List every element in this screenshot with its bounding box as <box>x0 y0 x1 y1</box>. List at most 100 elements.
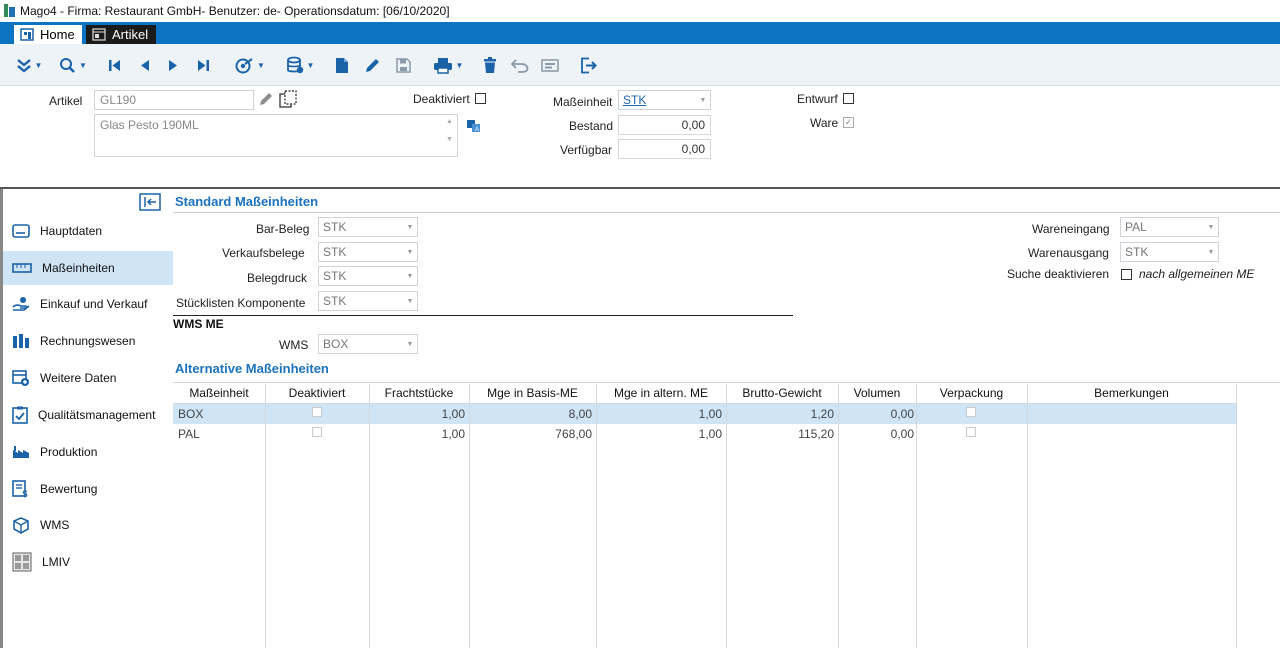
verkaufsbelege-value: STK <box>323 245 347 259</box>
cell-masseinheit[interactable]: BOX <box>178 407 203 421</box>
new-document-button[interactable] <box>332 52 352 78</box>
verkaufsbelege-select[interactable]: STK ▼ <box>318 242 418 262</box>
row-verpackung-checkbox[interactable] <box>966 427 976 437</box>
wareneingang-value: PAL <box>1125 220 1147 234</box>
column-separator <box>369 384 370 648</box>
cubes-icon <box>13 516 29 534</box>
display-button[interactable] <box>540 52 560 78</box>
cell-frachtstuecke[interactable]: 1,00 <box>369 427 465 441</box>
next-record-button[interactable] <box>163 52 183 78</box>
cell-brutto-gewicht[interactable]: 1,20 <box>726 407 834 421</box>
clipboard-check-icon <box>12 406 28 424</box>
masseinheit-value[interactable]: STK <box>623 93 646 107</box>
stueckliste-select[interactable]: STK ▼ <box>318 291 418 311</box>
sidebar-item-wms[interactable]: WMS <box>3 508 173 542</box>
sidebar-item-rechnungswesen[interactable]: Rechnungswesen <box>3 324 173 358</box>
search-icon <box>60 57 75 73</box>
undo-button[interactable] <box>510 52 530 78</box>
save-button[interactable] <box>393 52 413 78</box>
cell-mge-basis[interactable]: 768,00 <box>469 427 592 441</box>
cell-brutto-gewicht[interactable]: 115,20 <box>726 427 834 441</box>
sidebar-item-label: Qualitätsmanagement <box>38 408 156 422</box>
wms-select[interactable]: BOX ▼ <box>318 334 418 354</box>
ware-checkbox[interactable]: ✓ <box>843 117 854 128</box>
sidebar-item-lmiv[interactable]: LMIV <box>3 545 173 579</box>
printer-icon <box>433 57 452 74</box>
column-header[interactable]: Mge in altern. ME <box>596 382 726 404</box>
column-header[interactable]: Maßeinheit <box>173 382 265 404</box>
radar-button[interactable]: ▼ <box>230 52 270 78</box>
masseinheit-select[interactable]: STK ▼ <box>618 90 711 110</box>
monitor-icon <box>541 58 559 72</box>
cell-mge-altern[interactable]: 1,00 <box>596 427 722 441</box>
translate-icon[interactable]: A <box>466 119 481 133</box>
artikel-field[interactable]: GL190 <box>94 90 254 110</box>
sidebar-item-bewertung[interactable]: $ Bewertung <box>3 472 173 506</box>
last-record-button[interactable] <box>193 52 213 78</box>
warenausgang-select[interactable]: STK ▼ <box>1120 242 1219 262</box>
suche-deaktivieren-checkbox[interactable] <box>1121 269 1132 280</box>
sidebar-item-label: Maßeinheiten <box>42 261 115 275</box>
collapse-sidebar-icon[interactable] <box>139 193 161 211</box>
scroll-down-icon[interactable]: ▼ <box>446 136 453 143</box>
cell-volumen[interactable]: 0,00 <box>838 427 914 441</box>
card-icon <box>12 224 30 238</box>
pencil-icon[interactable] <box>258 91 274 107</box>
sidebar-item-qualitaetsmanagement[interactable]: Qualitätsmanagement <box>3 398 173 432</box>
factory-icon <box>13 446 29 458</box>
skip-first-icon <box>108 59 120 71</box>
row-deaktiviert-checkbox[interactable] <box>312 427 322 437</box>
valuation-icon: $ <box>12 480 28 498</box>
previous-record-button[interactable] <box>134 52 154 78</box>
exit-button[interactable] <box>578 52 598 78</box>
cell-mge-basis[interactable]: 8,00 <box>469 407 592 421</box>
column-separator <box>1236 384 1237 648</box>
column-header[interactable]: Deaktiviert <box>265 382 369 404</box>
sidebar-item-label: WMS <box>40 518 70 532</box>
sidebar-item-weitere-daten[interactable]: Weitere Daten <box>3 361 173 395</box>
column-header[interactable]: Brutto-Gewicht <box>726 382 838 404</box>
column-header[interactable]: Frachtstücke <box>369 382 469 404</box>
description-field[interactable]: Glas Pesto 190ML <box>94 114 458 157</box>
tab-home[interactable]: Home <box>14 25 82 44</box>
ware-label: Ware <box>810 116 839 130</box>
column-header[interactable]: Bemerkungen <box>1027 382 1236 404</box>
verfuegbar-label: Verfügbar <box>560 143 613 157</box>
bestand-label: Bestand <box>569 119 614 133</box>
wareneingang-select[interactable]: PAL ▼ <box>1120 217 1219 237</box>
sidebar-item-produktion[interactable]: Produktion <box>3 435 173 469</box>
warenausgang-label: Warenausgang <box>1028 246 1109 260</box>
sidebar-item-hauptdaten[interactable]: Hauptdaten <box>3 214 173 248</box>
first-record-button[interactable] <box>104 52 124 78</box>
sidebar-item-einkauf-verkauf[interactable]: Einkauf und Verkauf <box>3 287 173 321</box>
column-header[interactable]: Verpackung <box>916 382 1027 404</box>
tab-artikel[interactable]: Artikel <box>86 25 156 44</box>
database-button[interactable]: ▼ <box>280 52 320 78</box>
radar-icon <box>235 57 253 73</box>
cell-volumen[interactable]: 0,00 <box>838 407 914 421</box>
edit-button[interactable] <box>362 52 382 78</box>
svg-text:A: A <box>475 127 479 133</box>
print-button[interactable]: ▼ <box>428 52 468 78</box>
hand-coin-icon <box>12 297 30 311</box>
sidebar-item-masseinheiten[interactable]: Maßeinheiten <box>3 251 173 285</box>
standard-section-divider <box>173 212 1280 213</box>
search-button[interactable]: ▼ <box>54 52 92 78</box>
header-row-divider <box>173 403 1236 404</box>
collapse-button[interactable]: ▼ <box>10 52 48 78</box>
cell-frachtstuecke[interactable]: 1,00 <box>369 407 465 421</box>
column-header[interactable]: Volumen <box>838 382 916 404</box>
cell-masseinheit[interactable]: PAL <box>178 427 200 441</box>
bar-beleg-select[interactable]: STK ▼ <box>318 217 418 237</box>
entwurf-checkbox[interactable] <box>843 93 854 104</box>
column-separator <box>1027 384 1028 648</box>
cell-mge-altern[interactable]: 1,00 <box>596 407 722 421</box>
scroll-up-icon[interactable]: ▲ <box>446 118 453 125</box>
column-header[interactable]: Mge in Basis-ME <box>469 382 596 404</box>
deaktiviert-checkbox[interactable] <box>475 93 486 104</box>
row-deaktiviert-checkbox[interactable] <box>312 407 322 417</box>
delete-button[interactable] <box>480 52 500 78</box>
copy-icon[interactable] <box>279 90 299 108</box>
row-verpackung-checkbox[interactable] <box>966 407 976 417</box>
belegdruck-select[interactable]: STK ▼ <box>318 266 418 286</box>
